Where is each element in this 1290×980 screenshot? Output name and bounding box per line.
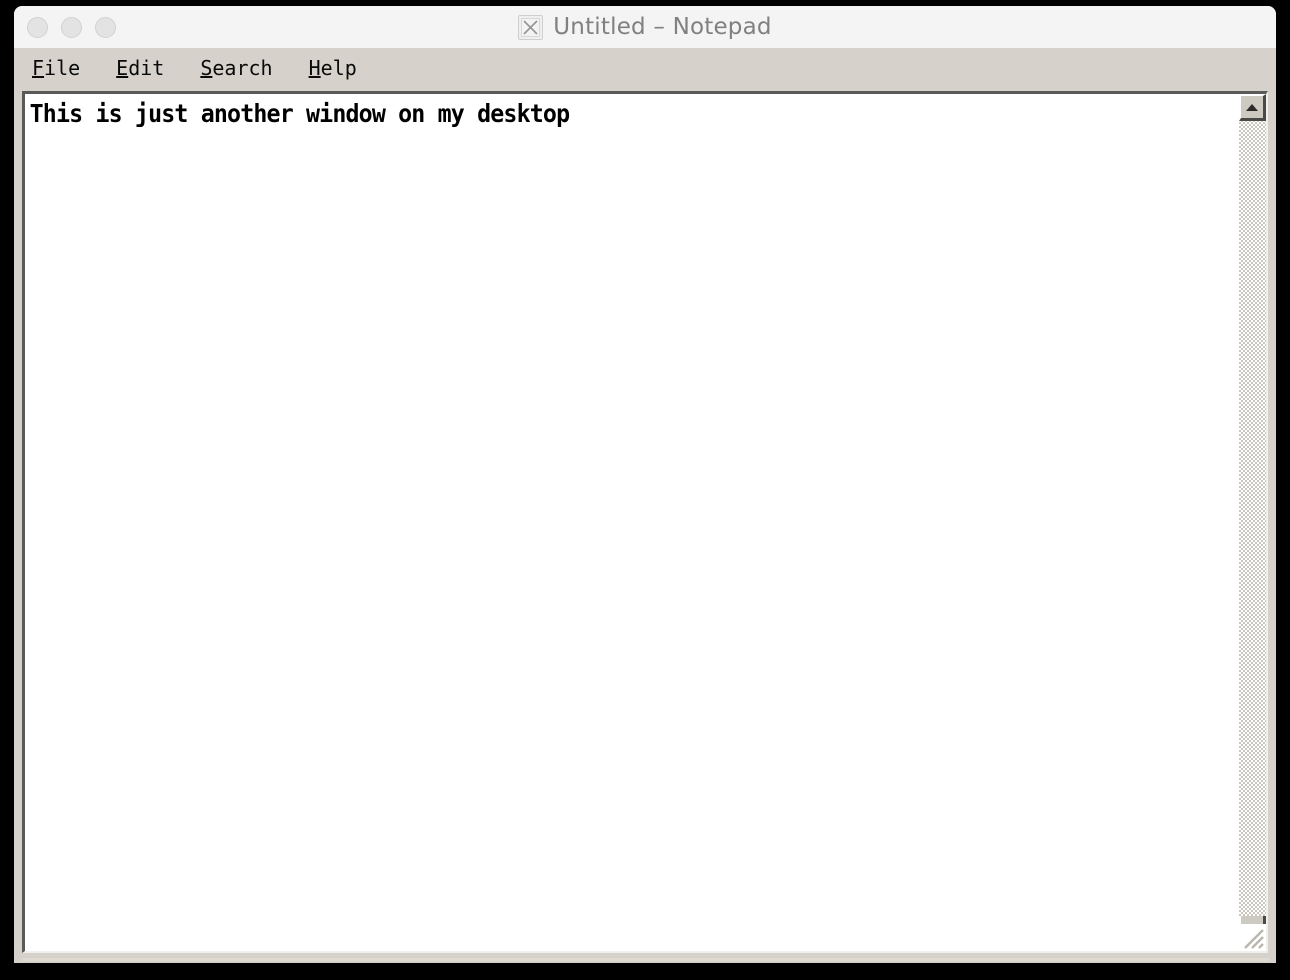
menu-accel-file: F [32, 55, 45, 80]
notepad-window: Untitled – Notepad File Edit Search Help… [14, 6, 1276, 963]
menu-label-search: earch [212, 55, 273, 80]
document-text[interactable]: This is just another window on my deskto… [25, 94, 1154, 129]
window-title-group: Untitled – Notepad [14, 6, 1276, 48]
maximize-button[interactable] [95, 16, 116, 38]
text-editor-pane[interactable]: This is just another window on my deskto… [25, 94, 1239, 951]
window-bottom-edge [22, 958, 1270, 961]
editor-client-area: This is just another window on my deskto… [22, 91, 1268, 953]
menu-item-help[interactable]: Help [309, 58, 357, 78]
resize-grip[interactable] [1239, 924, 1266, 951]
menu-bar: File Edit Search Help [14, 48, 1276, 87]
desktop-background: Untitled – Notepad File Edit Search Help… [0, 0, 1290, 980]
menu-item-search[interactable]: Search [200, 58, 272, 78]
menu-accel-edit: E [116, 55, 129, 80]
menu-item-edit[interactable]: Edit [116, 58, 164, 78]
scroll-up-button[interactable] [1239, 94, 1266, 121]
menu-label-help: elp [320, 55, 357, 80]
menu-label-file: ile [44, 55, 81, 80]
menu-item-file[interactable]: File [32, 58, 80, 78]
close-button[interactable] [27, 16, 48, 38]
x11-x-icon [518, 14, 544, 40]
window-controls-group [27, 6, 116, 48]
vertical-scrollbar[interactable] [1239, 94, 1266, 951]
scroll-down-button[interactable] [1239, 916, 1266, 924]
menu-accel-search: S [200, 55, 213, 80]
minimize-button[interactable] [61, 16, 82, 38]
menu-label-edit: dit [128, 55, 165, 80]
triangle-up-icon [1246, 103, 1258, 111]
window-title-text: Untitled – Notepad [553, 14, 772, 40]
window-titlebar[interactable]: Untitled – Notepad [14, 6, 1276, 48]
menu-accel-help: H [308, 55, 321, 80]
